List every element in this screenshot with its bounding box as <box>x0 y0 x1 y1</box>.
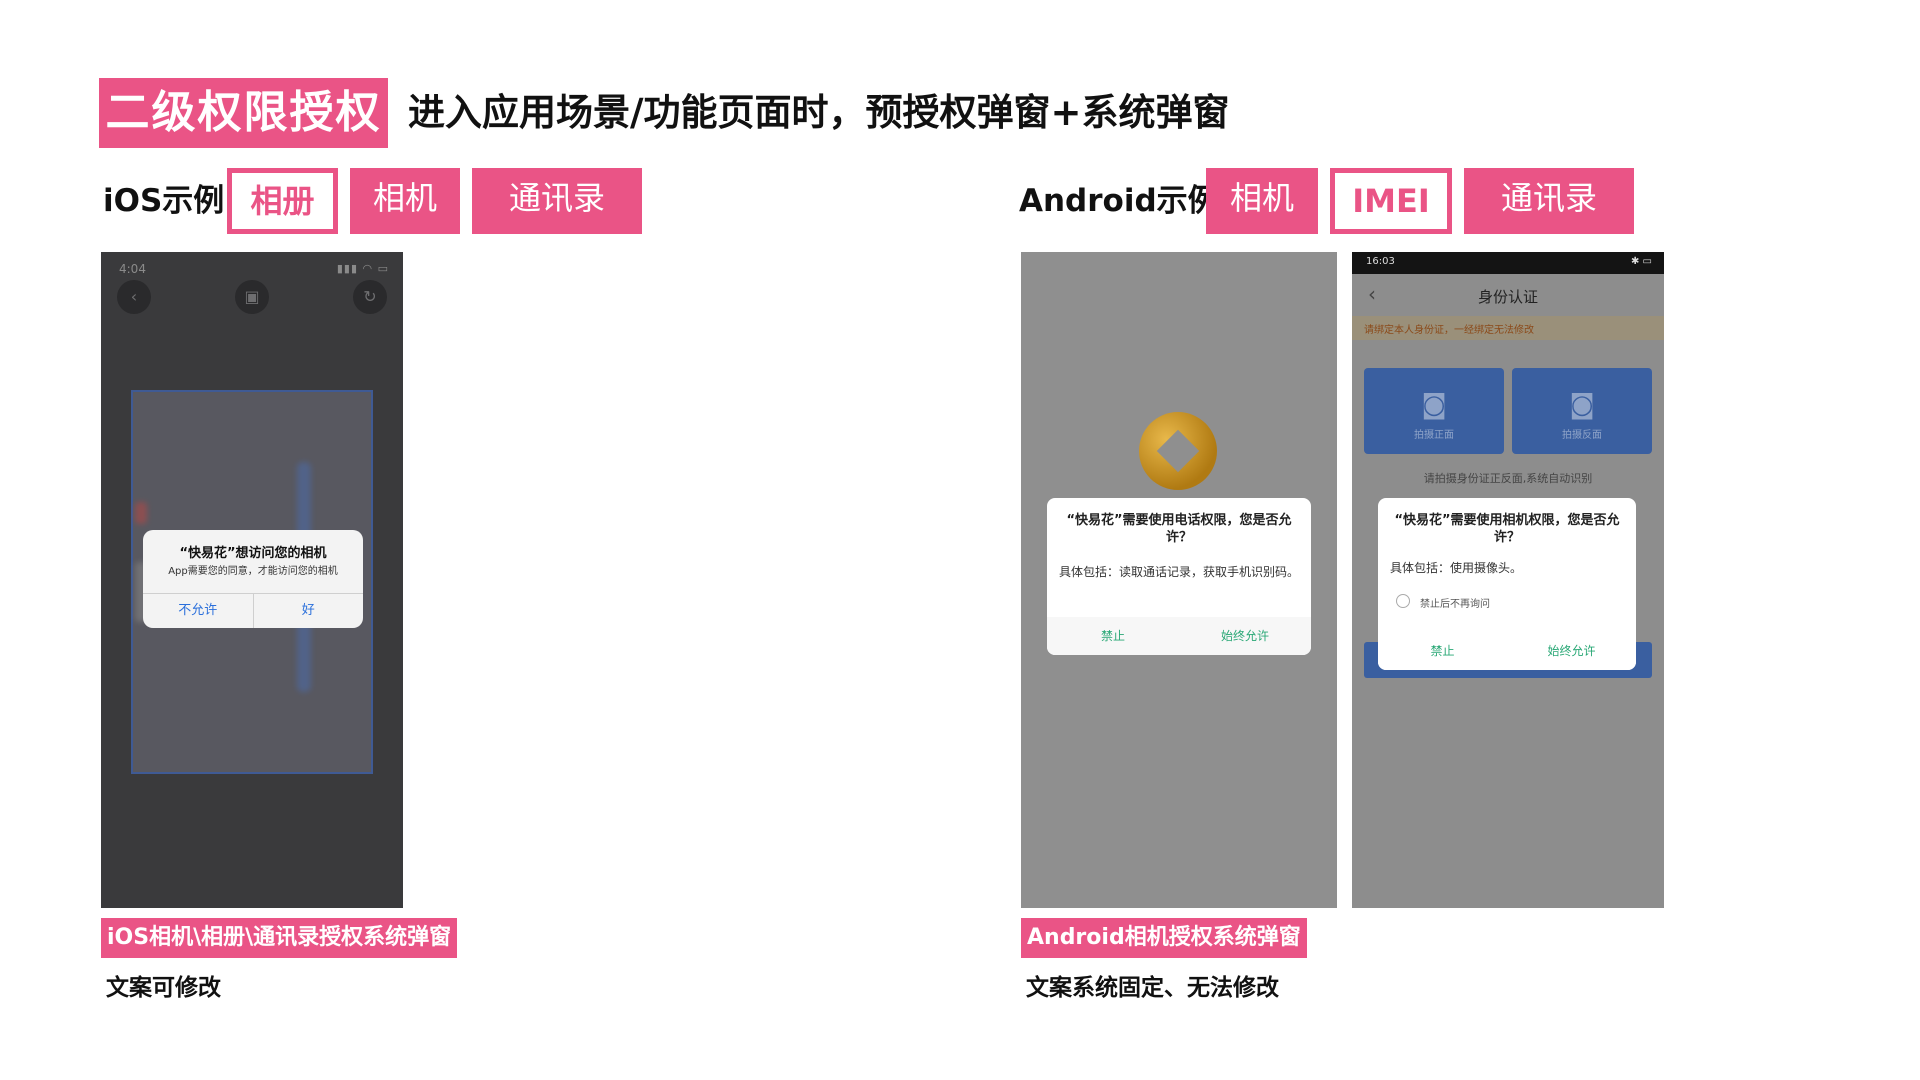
ios-alert-title: “快易花”想访问您的相机 <box>179 546 327 561</box>
ios-status-time: 4:04 <box>119 262 146 276</box>
android-camera-permission-dialog: “快易花”需要使用相机权限，您是否允许？ 具体包括：使用摄像头。 禁止后不再询问… <box>1378 498 1636 670</box>
page-subtitle: 进入应用场景/功能页面时，预授权弹窗+系统弹窗 <box>408 91 1230 134</box>
id-notice-bar: 请绑定本人身份证，一经绑定无法修改 <box>1352 316 1664 340</box>
capture-back-card[interactable]: ◙ 拍摄反面 <box>1512 368 1652 454</box>
camera-deny-button[interactable]: 禁止 <box>1378 632 1507 670</box>
ios-alert-message: App需要您的同意，才能访问您的相机 <box>168 566 338 577</box>
ios-back-icon[interactable]: ‹ <box>117 280 151 314</box>
ios-ok-button[interactable]: 好 <box>252 594 364 628</box>
ios-section-label: iOS示例 <box>103 183 225 219</box>
tag-android-contacts[interactable]: 通讯录 <box>1464 168 1634 234</box>
camera-icon: ◙ <box>1569 390 1595 420</box>
phone-deny-button[interactable]: 禁止 <box>1047 617 1179 655</box>
ios-caption: iOS相机\相册\通讯录授权系统弹窗 <box>101 918 458 958</box>
ios-alert-buttons: 不允许 好 <box>143 593 363 628</box>
ios-flip-icon[interactable]: ↻ <box>353 280 387 314</box>
android-section-label: Android示例 <box>1019 183 1219 219</box>
capture-back-label: 拍摄反面 <box>1562 430 1602 441</box>
android-battery-icon: ✱ ▭ <box>1630 256 1652 267</box>
tag-ios-camera[interactable]: 相机 <box>350 168 460 234</box>
android-phone-permission-dialog: “快易花”需要使用电话权限，您是否允许？ 具体包括：读取通话记录，获取手机识别码… <box>1047 498 1311 655</box>
android-camera-permission-screenshot: 16:03 ✱ ▭ ‹ 身份认证 请绑定本人身份证，一经绑定无法修改 ◙ 拍摄正… <box>1352 252 1664 908</box>
android-phone-permission-screenshot: “快易花”需要使用电话权限，您是否允许？ 具体包括：读取通话记录，获取手机识别码… <box>1021 252 1337 908</box>
ios-screenshot: 4:04 ▮▮▮ ◠ ▭ ‹ ▣ ↻ “快易花”想访问您的相机 App需要您的同… <box>101 252 403 908</box>
android-nav-bar: ‹ 身份认证 <box>1352 274 1664 316</box>
android-caption: Android相机授权系统弹窗 <box>1021 918 1307 958</box>
capture-front-label: 拍摄正面 <box>1414 430 1454 441</box>
tag-ios-album-label: 相册 <box>232 173 333 229</box>
ios-permission-alert: “快易花”想访问您的相机 App需要您的同意，才能访问您的相机 不允许 好 <box>143 530 363 628</box>
page-title-badge: 二级权限授权 <box>99 78 388 148</box>
phone-dialog-buttons: 禁止 始终允许 <box>1047 617 1311 655</box>
id-capture-hint: 请拍摄身份证正反面,系统自动识别 <box>1423 472 1593 485</box>
id-screen-title: 身份认证 <box>1477 288 1538 306</box>
camera-allow-button[interactable]: 始终允许 <box>1507 632 1636 670</box>
dont-ask-again-radio[interactable] <box>1396 594 1410 608</box>
tag-ios-album[interactable]: 相册 <box>227 168 338 234</box>
android-status-time: 16:03 <box>1366 256 1395 267</box>
ios-gallery-icon[interactable]: ▣ <box>235 280 269 314</box>
ios-blur-shape <box>135 502 147 524</box>
phone-dialog-body: 具体包括：读取通话记录，获取手机识别码。 <box>1059 565 1300 579</box>
app-logo-icon <box>1139 412 1217 490</box>
ios-note: 文案可修改 <box>106 975 221 1001</box>
tag-ios-contacts[interactable]: 通讯录 <box>472 168 642 234</box>
camera-dialog-buttons: 禁止 始终允许 <box>1378 632 1636 670</box>
camera-dialog-title: “快易花”需要使用相机权限，您是否允许？ <box>1394 513 1620 545</box>
android-status-bar: 16:03 ✱ ▭ <box>1352 252 1664 274</box>
phone-allow-button[interactable]: 始终允许 <box>1179 617 1311 655</box>
phone-dialog-title: “快易花”需要使用电话权限，您是否允许？ <box>1066 513 1292 545</box>
tag-android-imei[interactable]: IMEI <box>1330 168 1452 234</box>
capture-front-card[interactable]: ◙ 拍摄正面 <box>1364 368 1504 454</box>
dont-ask-again-label: 禁止后不再询问 <box>1420 599 1490 610</box>
id-notice-text: 请绑定本人身份证，一经绑定无法修改 <box>1364 325 1534 336</box>
tag-android-camera[interactable]: 相机 <box>1206 168 1318 234</box>
android-note: 文案系统固定、无法修改 <box>1026 975 1279 1001</box>
ios-deny-button[interactable]: 不允许 <box>143 594 253 628</box>
camera-dialog-body: 具体包括：使用摄像头。 <box>1390 561 1523 575</box>
camera-icon: ◙ <box>1421 390 1447 420</box>
tag-android-imei-label: IMEI <box>1335 173 1447 229</box>
ios-status-signal-icon: ▮▮▮ ◠ ▭ <box>336 262 389 275</box>
